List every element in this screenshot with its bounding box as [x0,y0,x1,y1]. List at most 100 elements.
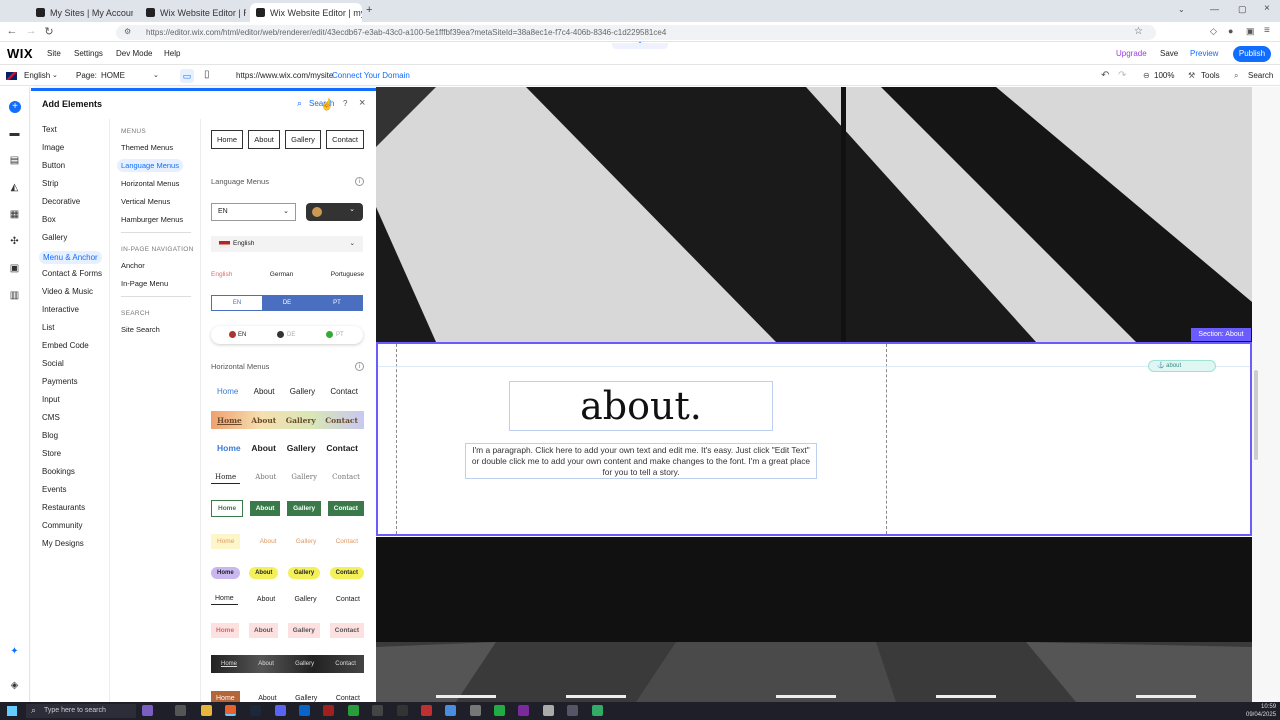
reload-icon[interactable]: ↻ [42,25,56,38]
about-section[interactable] [376,342,1252,536]
save-button[interactable]: Save [1160,49,1178,58]
category-community[interactable]: Community [42,521,82,530]
app-icon[interactable] [372,705,383,716]
category-image[interactable]: Image [42,143,64,152]
menu-icon[interactable]: ≡ [1264,25,1270,36]
design-icon[interactable]: ◭ [9,182,20,193]
app-icon[interactable] [348,705,359,716]
category-menu-anchor[interactable]: Menu & Anchor [39,251,102,264]
search-icon[interactable]: ⌕ [1234,71,1238,81]
bookmark-star-icon[interactable]: ☆ [1134,26,1143,37]
task-view-icon[interactable] [175,705,186,716]
category-text[interactable]: Text [42,125,57,134]
horizontal-menu-preview[interactable]: Home About Gallery Contact [211,499,364,517]
category-decorative[interactable]: Decorative [42,197,80,206]
category-restaurants[interactable]: Restaurants [42,503,85,512]
back-icon[interactable]: ← [5,25,19,37]
business-apps-icon[interactable]: ✣ [9,236,20,247]
app-icon[interactable] [421,705,432,716]
subcategory-in-page-menu[interactable]: In-Page Menu [121,279,168,288]
category-interactive[interactable]: Interactive [42,305,79,314]
new-tab-button[interactable]: + [366,4,372,16]
category-cms[interactable]: CMS [42,413,60,422]
app-icon[interactable] [397,705,408,716]
subcategory-site-search[interactable]: Site Search [121,325,160,334]
language-flags-preview[interactable]: EN DE PT [211,326,363,344]
browser-tab-active[interactable]: Wix Website Editor | mysite× [250,3,362,22]
category-payments[interactable]: Payments [42,377,78,386]
strip-background-image[interactable] [376,87,1252,342]
horizontal-menu-preview[interactable]: Home About Gallery Contact [211,382,364,400]
chevron-down-icon[interactable]: ⌄ [153,71,159,79]
menu-settings[interactable]: Settings [74,49,103,58]
editor-canvas[interactable]: Section: About ⚓ about about. I'm a para… [376,87,1252,702]
ai-assistant-icon[interactable]: ✦ [9,646,20,657]
system-clock[interactable]: 10:59 09/04/2025 [1246,703,1276,719]
horizontal-menu-preview[interactable]: Home About Gallery Contact [211,621,364,639]
file-explorer-icon[interactable] [201,705,212,716]
horizontal-menu-preview[interactable]: Home About Gallery Contact [211,590,364,608]
horizontal-menu-preview[interactable]: Home About Gallery Contact [211,411,364,429]
subcategory-language-menus[interactable]: Language Menus [117,159,183,172]
browser-tab[interactable]: Wix Website Editor | Rustit× [140,3,246,22]
category-list[interactable]: List [42,323,54,332]
pages-icon[interactable]: ▤ [9,155,20,166]
cms-icon[interactable]: ▥ [9,290,20,301]
close-icon[interactable]: × [359,97,365,109]
forward-icon[interactable]: → [24,25,38,37]
category-store[interactable]: Store [42,449,61,458]
anchor-tag[interactable]: ⚓ about [1148,360,1216,372]
category-embed-code[interactable]: Embed Code [42,341,89,350]
menu-dev-mode[interactable]: Dev Mode [116,49,152,58]
upgrade-button[interactable]: Upgrade [1116,49,1147,58]
desktop-view-icon[interactable]: ▭ [180,69,194,83]
menu-site[interactable]: Site [47,49,61,58]
zoom-icon[interactable]: ⊖ [1143,71,1150,80]
app-icon[interactable] [543,705,554,716]
category-gallery[interactable]: Gallery [42,233,67,242]
horizontal-menu-preview[interactable]: Home About Gallery Contact [211,439,364,457]
account-icon[interactable]: ● [1228,26,1233,36]
sections-icon[interactable]: ▬ [9,128,20,139]
window-close-icon[interactable]: × [1264,3,1270,14]
language-buttons-preview[interactable]: EN DE PT [211,295,363,311]
tools-button[interactable]: Tools [1201,71,1220,80]
category-strip[interactable]: Strip [42,179,58,188]
menu-help[interactable]: Help [164,49,180,58]
category-blog[interactable]: Blog [42,431,58,440]
maximize-icon[interactable]: ▢ [1238,4,1247,15]
chevron-down-icon[interactable]: ⌄ [52,71,58,79]
publish-button[interactable]: Publish [1233,46,1271,62]
collapse-toolbar-button[interactable]: ⌃ [612,42,668,49]
tab-list-icon[interactable]: ⌄ [1178,5,1185,14]
firefox-icon[interactable] [225,705,236,716]
windows-start-icon[interactable] [7,706,17,716]
steam-icon[interactable] [250,705,261,716]
scroll-thumb[interactable] [1254,370,1258,460]
category-contact-forms[interactable]: Contact & Forms [42,269,102,278]
canvas-scrollbar[interactable] [1252,87,1280,702]
url-field[interactable]: https://editor.wix.com/html/editor/web/r… [116,25,1156,40]
discord-icon[interactable] [275,705,286,716]
category-bookings[interactable]: Bookings [42,467,75,476]
page-selector[interactable]: HOME [101,71,125,80]
language-list-preview[interactable]: English ⌄ [211,236,363,252]
redo-icon[interactable]: ↷ [1118,70,1126,81]
subcategory-hamburger-menus[interactable]: Hamburger Menus [121,215,183,224]
subcategory-anchor[interactable]: Anchor [121,261,145,270]
mobile-view-icon[interactable]: ▯ [204,69,210,80]
category-input[interactable]: Input [42,395,60,404]
language-selector[interactable]: English [24,71,50,80]
search-icon[interactable]: ⌕ [297,98,302,109]
horizontal-menu-preview[interactable]: Home About Gallery Contact [211,655,364,673]
horizontal-menu-preview[interactable]: Home About Gallery Contact [211,564,364,582]
strip-background-image[interactable] [376,537,1252,702]
tools-icon[interactable]: ⚒ [1188,71,1195,80]
undo-icon[interactable]: ↶ [1101,70,1109,81]
app-icon[interactable] [567,705,578,716]
zoom-level[interactable]: 100% [1154,71,1174,80]
app-icon[interactable] [470,705,481,716]
language-dropdown-preview[interactable]: EN ⌄ [211,203,296,221]
wix-logo[interactable]: WIX [7,46,33,61]
category-events[interactable]: Events [42,485,66,494]
